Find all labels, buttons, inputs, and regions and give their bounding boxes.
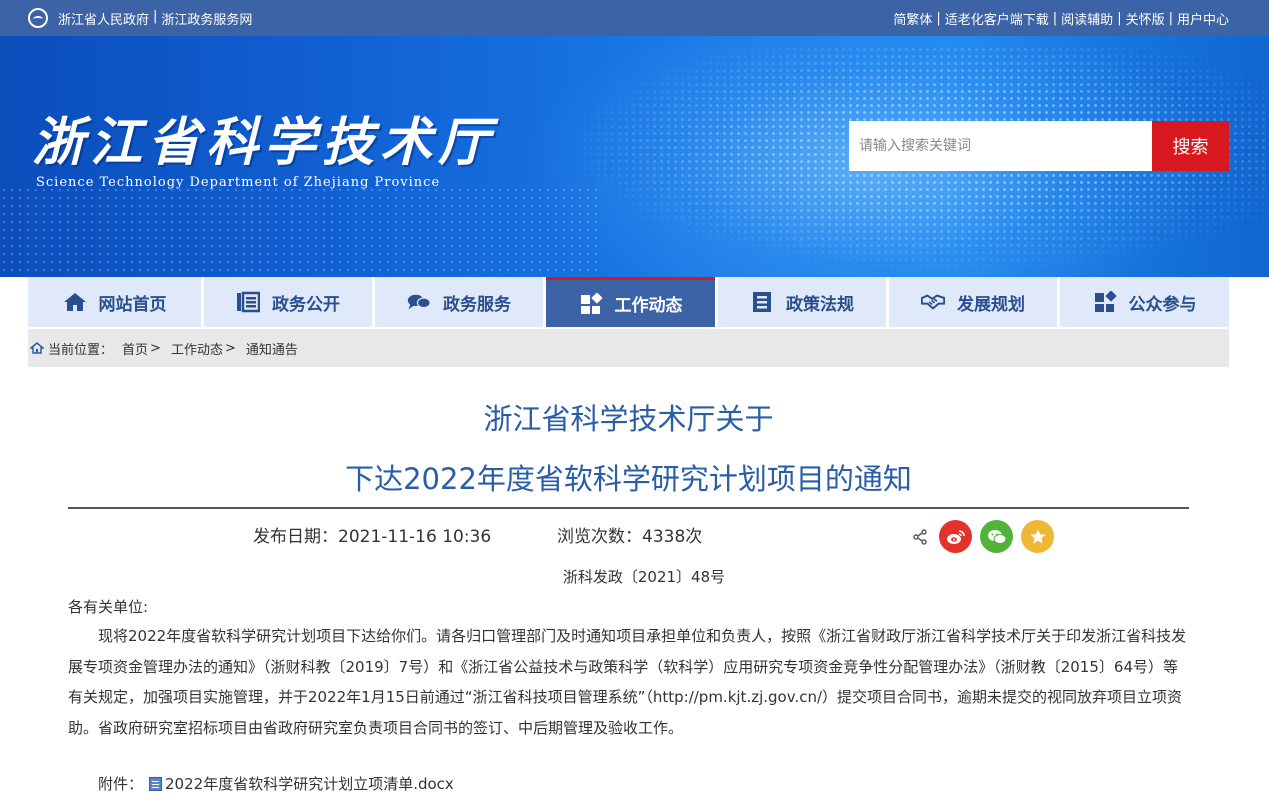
word-file-icon [149, 776, 163, 791]
search-bar: 搜索 [849, 121, 1229, 171]
nav-item-policies[interactable]: 政策法规 [718, 277, 886, 327]
attachment-link[interactable]: 2022年度省软科学研究计划立项清单.docx [165, 773, 454, 794]
nav-item-work-news[interactable]: 工作动态 [546, 277, 715, 327]
share-bar [909, 520, 1054, 553]
home-icon [30, 342, 44, 354]
breadcrumb-prefix: 当前位置： [48, 342, 114, 358]
weibo-share-icon[interactable] [939, 520, 972, 553]
breadcrumb: 当前位置： 首页 > 工作动态 > 通知通告 [28, 329, 1229, 367]
link-user-center[interactable]: 用户中心 [1177, 9, 1229, 28]
link-zj-service[interactable]: 浙江政务服务网 [161, 9, 252, 28]
nav-label: 网站首页 [98, 294, 167, 315]
separator: | [936, 10, 941, 26]
chat-icon [407, 291, 431, 313]
document-number: 浙科发政〔2021〕48号 [562, 568, 726, 586]
view-count: 浏览次数：4338次 [557, 527, 703, 547]
breadcrumb-work-news[interactable]: 工作动态 [171, 339, 223, 358]
handshake-icon [921, 291, 945, 313]
banner-dot-pattern [0, 186, 600, 277]
top-bar-right: 简繁体 | 适老化客户端下载 | 阅读辅助 | 关怀版 | 用户中心 [893, 0, 1229, 36]
article-title-line2: 下达2022年度省软科学研究计划项目的通知 [345, 462, 912, 496]
separator: | [1168, 10, 1173, 26]
nav-item-gov-affairs-open[interactable]: 政务公开 [204, 277, 372, 327]
home-icon [63, 291, 87, 313]
top-bar-left: 浙江省人民政府 | 浙江政务服务网 [28, 0, 252, 36]
breadcrumb-separator: > [224, 340, 236, 356]
nav-label: 政务公开 [272, 294, 340, 315]
top-bar: 浙江省人民政府 | 浙江政务服务网 简繁体 | 适老化客户端下载 | 阅读辅助 … [0, 0, 1269, 36]
nav-item-development-plan[interactable]: 发展规划 [889, 277, 1057, 327]
title-divider [68, 507, 1189, 509]
article-body: 现将2022年度省软科学研究计划项目下达给你们。请各归口管理部门及时通知项目承担… [68, 627, 1187, 737]
link-care-version[interactable]: 关怀版 [1126, 9, 1165, 28]
separator: | [1052, 10, 1058, 26]
nav-label: 政务服务 [443, 294, 511, 315]
nav-item-gov-services[interactable]: 政务服务 [375, 277, 543, 327]
attachment-row: 附件： 2022年度省软科学研究计划立项清单.docx [98, 773, 454, 794]
nav-label: 公众参与 [1128, 294, 1197, 315]
nav-item-public-participation[interactable]: 公众参与 [1060, 277, 1229, 327]
site-logo[interactable]: 浙江省科学技术厅 [32, 100, 496, 175]
breadcrumb-notices[interactable]: 通知通告 [246, 339, 298, 358]
nav-item-home[interactable]: 网站首页 [28, 277, 201, 327]
wechat-share-icon[interactable] [980, 520, 1013, 553]
document-icon [750, 291, 774, 313]
search-input[interactable] [849, 121, 1152, 171]
attachment-label: 附件： [98, 775, 144, 793]
link-reading-aid[interactable]: 阅读辅助 [1061, 9, 1113, 28]
main-nav: 网站首页 政务公开 政务服务 工作动态 政策法规 发展规划 公众参与 [28, 277, 1229, 327]
header-banner: 浙江省科学技术厅 Science Technology Department o… [0, 36, 1269, 277]
gov-emblem-icon [28, 8, 48, 28]
search-button[interactable]: 搜索 [1152, 121, 1229, 171]
separator: | [153, 8, 158, 24]
favorite-star-icon[interactable] [1021, 520, 1054, 553]
nav-label: 政策法规 [786, 294, 854, 315]
diamond-grid-icon [579, 292, 603, 315]
breadcrumb-separator: > [150, 340, 161, 356]
site-logo-english: Science Technology Department of Zhejian… [36, 175, 441, 190]
link-zj-gov[interactable]: 浙江省人民政府 [58, 9, 149, 28]
share-icon[interactable] [909, 526, 931, 548]
salutation: 各有关单位: [68, 598, 149, 616]
breadcrumb-home[interactable]: 首页 [122, 339, 148, 358]
article-title-line1: 浙江省科学技术厅关于 [483, 402, 774, 436]
diamond-grid-icon [1093, 291, 1117, 313]
nav-label: 发展规划 [957, 294, 1025, 315]
list-icon [236, 291, 260, 313]
separator: | [1117, 10, 1122, 26]
nav-label: 工作动态 [614, 296, 683, 316]
publish-date: 发布日期：2021-11-16 10:36 [253, 527, 492, 547]
link-elderly-app[interactable]: 适老化客户端下载 [945, 9, 1049, 28]
link-traditional-chinese[interactable]: 简繁体 [893, 9, 932, 28]
